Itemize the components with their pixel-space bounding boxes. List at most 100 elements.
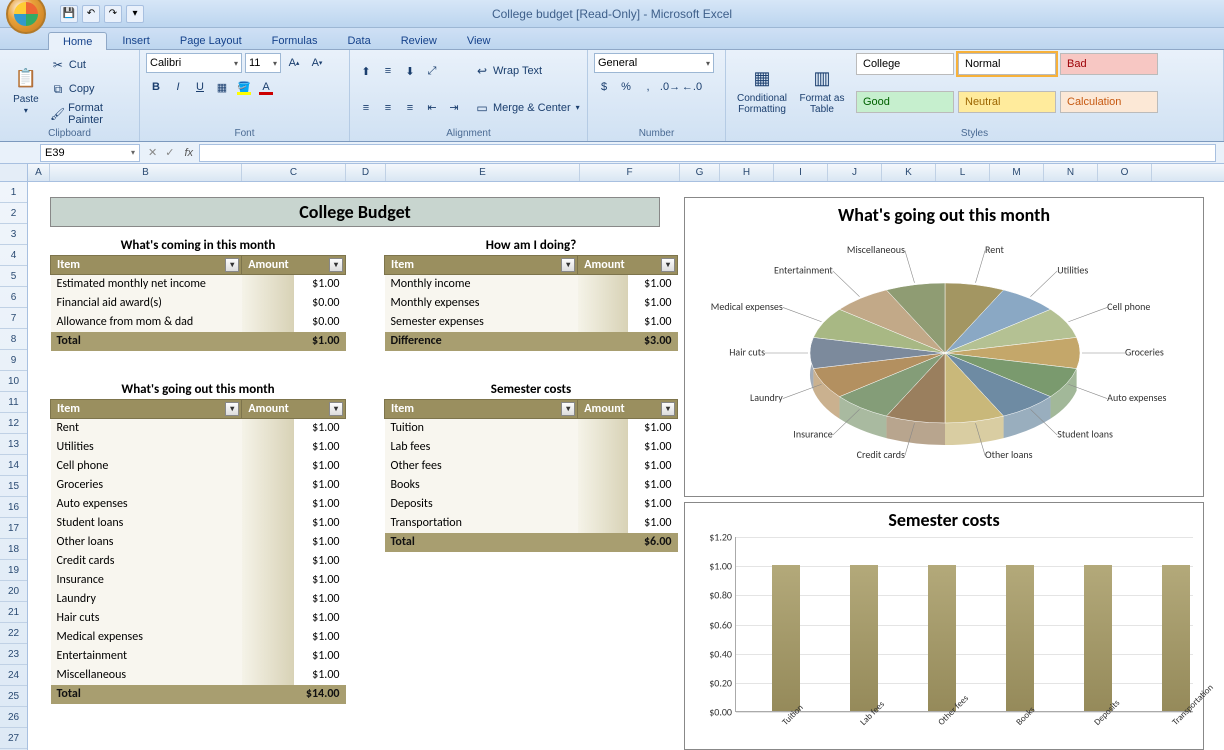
column-header[interactable]: I [774, 164, 828, 181]
table-row[interactable]: Other loans$1.00 [51, 533, 346, 552]
table-row[interactable]: Books$1.00 [385, 476, 678, 495]
row-header[interactable]: 19 [0, 560, 27, 581]
row-header[interactable]: 6 [0, 287, 27, 308]
table-row[interactable]: Estimated monthly net income$1.00 [51, 275, 346, 294]
style-cell-neutral[interactable]: Neutral [958, 91, 1056, 113]
column-header[interactable]: K [882, 164, 936, 181]
table-row[interactable]: Miscellaneous$1.00 [51, 666, 346, 685]
row-header[interactable]: 14 [0, 455, 27, 476]
table-row[interactable]: Entertainment$1.00 [51, 647, 346, 666]
row-header[interactable]: 21 [0, 602, 27, 623]
decrease-decimal-button[interactable]: ←.0 [682, 77, 702, 97]
decrease-indent-button[interactable]: ⇤ [422, 98, 442, 118]
table-row[interactable]: Rent$1.00 [51, 419, 346, 438]
column-header[interactable]: F [580, 164, 680, 181]
sheet-content[interactable]: College Budget What's coming in this mon… [28, 182, 1224, 750]
name-box[interactable]: E39▾ [40, 144, 140, 162]
row-header[interactable]: 10 [0, 371, 27, 392]
cut-button[interactable]: ✂Cut [50, 55, 133, 75]
column-header[interactable]: N [1044, 164, 1098, 181]
qat-redo-icon[interactable]: ↷ [104, 5, 122, 23]
pie-chart[interactable]: What's going out this month RentUtilitie… [684, 197, 1204, 497]
cancel-icon[interactable]: ✕ [148, 146, 157, 159]
italic-button[interactable]: I [168, 77, 188, 97]
orientation-button[interactable]: ⤢ [422, 61, 442, 81]
copy-button[interactable]: ⧉Copy [50, 79, 133, 99]
table-row[interactable]: Semester expenses$1.00 [385, 313, 678, 332]
row-header[interactable]: 27 [0, 728, 27, 749]
style-cell-calculation[interactable]: Calculation [1060, 91, 1158, 113]
tab-formulas[interactable]: Formulas [257, 31, 333, 49]
number-format-combo[interactable]: General [594, 53, 714, 73]
style-cell-normal[interactable]: Normal [958, 53, 1056, 75]
qat-undo-icon[interactable]: ↶ [82, 5, 100, 23]
tab-data[interactable]: Data [332, 31, 385, 49]
underline-button[interactable]: U [190, 77, 210, 97]
border-button[interactable]: ▦ [212, 77, 232, 97]
filter-icon[interactable]: ▾ [329, 402, 343, 416]
row-header[interactable]: 24 [0, 665, 27, 686]
paste-button[interactable]: 📋 Paste ▾ [6, 53, 46, 126]
column-header[interactable]: A [28, 164, 50, 181]
filter-icon[interactable]: ▾ [561, 402, 575, 416]
table-row[interactable]: Financial aid award(s)$0.00 [51, 294, 346, 313]
table-row[interactable]: Utilities$1.00 [51, 438, 346, 457]
table-row[interactable]: Transportation$1.00 [385, 514, 678, 533]
column-header[interactable]: G [680, 164, 720, 181]
align-right-button[interactable]: ≡ [400, 98, 420, 118]
row-header[interactable]: 15 [0, 476, 27, 497]
tab-insert[interactable]: Insert [107, 31, 165, 49]
row-header[interactable]: 3 [0, 224, 27, 245]
row-header[interactable]: 12 [0, 413, 27, 434]
column-header[interactable]: O [1098, 164, 1152, 181]
row-header[interactable]: 5 [0, 266, 27, 287]
column-header[interactable]: B [50, 164, 242, 181]
row-header[interactable]: 18 [0, 539, 27, 560]
grow-font-button[interactable]: A▴ [284, 53, 304, 73]
qat-save-icon[interactable]: 💾 [60, 5, 78, 23]
row-header[interactable]: 26 [0, 707, 27, 728]
row-header[interactable]: 11 [0, 392, 27, 413]
conditional-formatting-button[interactable]: ▦ Conditional Formatting [732, 53, 792, 126]
align-bottom-button[interactable]: ⬇ [400, 61, 420, 81]
table-row[interactable]: Lab fees$1.00 [385, 438, 678, 457]
merge-center-button[interactable]: ▭Merge & Center▾ [474, 98, 580, 118]
table-row[interactable]: Insurance$1.00 [51, 571, 346, 590]
column-header[interactable]: C [242, 164, 346, 181]
bar-chart[interactable]: Semester costs $0.00$0.20$0.40$0.60$0.80… [684, 502, 1204, 750]
bold-button[interactable]: B [146, 77, 166, 97]
enter-icon[interactable]: ✓ [165, 146, 174, 159]
align-center-button[interactable]: ≡ [378, 98, 398, 118]
percent-button[interactable]: % [616, 77, 636, 97]
table-row[interactable]: Other fees$1.00 [385, 457, 678, 476]
table-row[interactable]: Cell phone$1.00 [51, 457, 346, 476]
fill-color-button[interactable]: 🪣 [234, 77, 254, 97]
row-header[interactable]: 9 [0, 350, 27, 371]
row-header[interactable]: 22 [0, 623, 27, 644]
table-row[interactable]: Allowance from mom & dad$0.00 [51, 313, 346, 332]
table-row[interactable]: Monthly income$1.00 [385, 275, 678, 294]
row-header[interactable]: 4 [0, 245, 27, 266]
row-header[interactable]: 7 [0, 308, 27, 329]
table-row[interactable]: Credit cards$1.00 [51, 552, 346, 571]
wrap-text-button[interactable]: ↩Wrap Text [474, 61, 580, 81]
filter-icon[interactable]: ▾ [329, 258, 343, 272]
table-row[interactable]: Student loans$1.00 [51, 514, 346, 533]
font-color-button[interactable]: A [256, 77, 276, 97]
filter-icon[interactable]: ▾ [661, 402, 675, 416]
format-painter-button[interactable]: 🖌Format Painter [50, 104, 133, 124]
align-left-button[interactable]: ≡ [356, 98, 376, 118]
increase-indent-button[interactable]: ⇥ [444, 98, 464, 118]
column-header[interactable]: E [386, 164, 580, 181]
align-top-button[interactable]: ⬆ [356, 61, 376, 81]
table-row[interactable]: Medical expenses$1.00 [51, 628, 346, 647]
row-header[interactable]: 16 [0, 497, 27, 518]
table-row[interactable]: Auto expenses$1.00 [51, 495, 346, 514]
format-as-table-button[interactable]: ▥ Format as Table [796, 53, 848, 126]
formula-input[interactable] [199, 144, 1216, 162]
align-middle-button[interactable]: ≡ [378, 61, 398, 81]
increase-decimal-button[interactable]: .0→ [660, 77, 680, 97]
table-row[interactable]: Hair cuts$1.00 [51, 609, 346, 628]
row-header[interactable]: 20 [0, 581, 27, 602]
cell-styles-gallery[interactable]: CollegeNormalBadGoodNeutralCalculation [856, 53, 1160, 126]
